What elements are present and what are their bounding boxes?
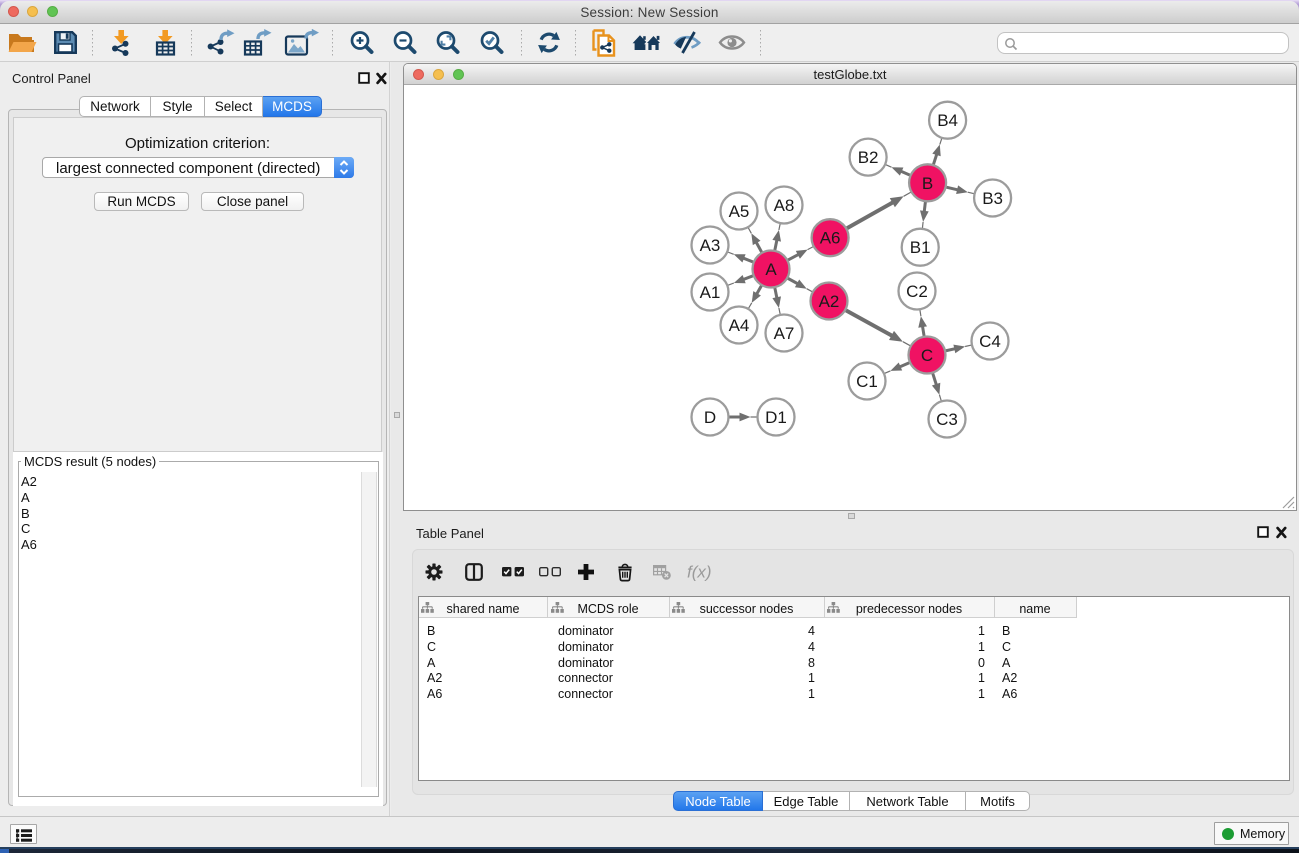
svg-text:C2: C2 <box>906 282 928 301</box>
svg-text:B4: B4 <box>937 111 958 130</box>
svg-text:C4: C4 <box>979 332 1001 351</box>
svg-text:C: C <box>921 346 933 365</box>
svg-text:C3: C3 <box>936 410 958 429</box>
svg-text:A7: A7 <box>774 324 795 343</box>
svg-text:A2: A2 <box>819 292 840 311</box>
svg-text:A1: A1 <box>700 283 721 302</box>
svg-text:A: A <box>765 260 777 279</box>
svg-text:A5: A5 <box>729 202 750 221</box>
svg-text:B: B <box>922 174 933 193</box>
svg-text:D: D <box>704 408 716 427</box>
svg-text:A8: A8 <box>774 196 795 215</box>
svg-text:B3: B3 <box>982 189 1003 208</box>
svg-text:C1: C1 <box>856 372 878 391</box>
svg-text:A6: A6 <box>820 229 841 248</box>
svg-text:B2: B2 <box>858 148 879 167</box>
svg-text:f(x): f(x) <box>687 563 712 582</box>
svg-text:D1: D1 <box>765 408 787 427</box>
svg-text:A4: A4 <box>729 316 750 335</box>
svg-text:A3: A3 <box>700 236 721 255</box>
svg-text:B1: B1 <box>910 238 931 257</box>
